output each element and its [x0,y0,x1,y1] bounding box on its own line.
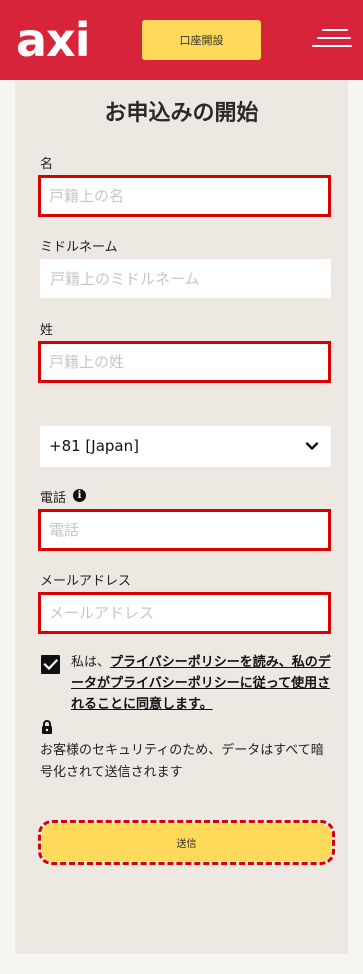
phone-country-select[interactable]: +81 [Japan] [40,426,331,467]
axi-logo[interactable]: axi [16,10,90,70]
first-name-label: 名 [40,157,54,172]
open-account-button[interactable]: 口座開設 [142,20,261,60]
consent-prefix: 私は、 [71,655,111,670]
consent-text: 私は、プライバシーポリシーを読み、私のデータがプライバシーポリシーに従って使用さ… [71,652,333,715]
phone-country-value: +81 [Japan] [49,437,139,455]
last-name-label: 姓 [40,323,54,338]
last-name-input[interactable] [38,341,331,383]
email-label: メールアドレス [40,574,132,589]
phone-input[interactable] [38,509,331,551]
checkmark-icon [43,658,59,671]
page-title: お申込みの開始 [104,101,259,126]
email-input[interactable] [38,592,331,634]
consent-checkbox[interactable] [41,655,60,674]
info-icon[interactable]: i [73,489,86,502]
site-header: axi 口座開設 [0,0,363,80]
first-name-input[interactable] [38,175,331,217]
lock-icon [42,720,52,734]
phone-label: 電話 [40,491,67,506]
security-note: お客様のセキュリティのため、データはすべて暗号化されて送信されます [40,743,324,780]
chevron-down-icon [305,442,319,450]
hamburger-menu-icon[interactable] [312,26,352,54]
submit-button[interactable]: 送信 [42,824,331,861]
middle-name-label: ミドルネーム [40,240,118,255]
privacy-policy-link[interactable]: プライバシーポリシーを読み、私のデータがプライバシーポリシーに従って使用されるこ… [71,655,331,712]
middle-name-input[interactable] [40,259,331,298]
